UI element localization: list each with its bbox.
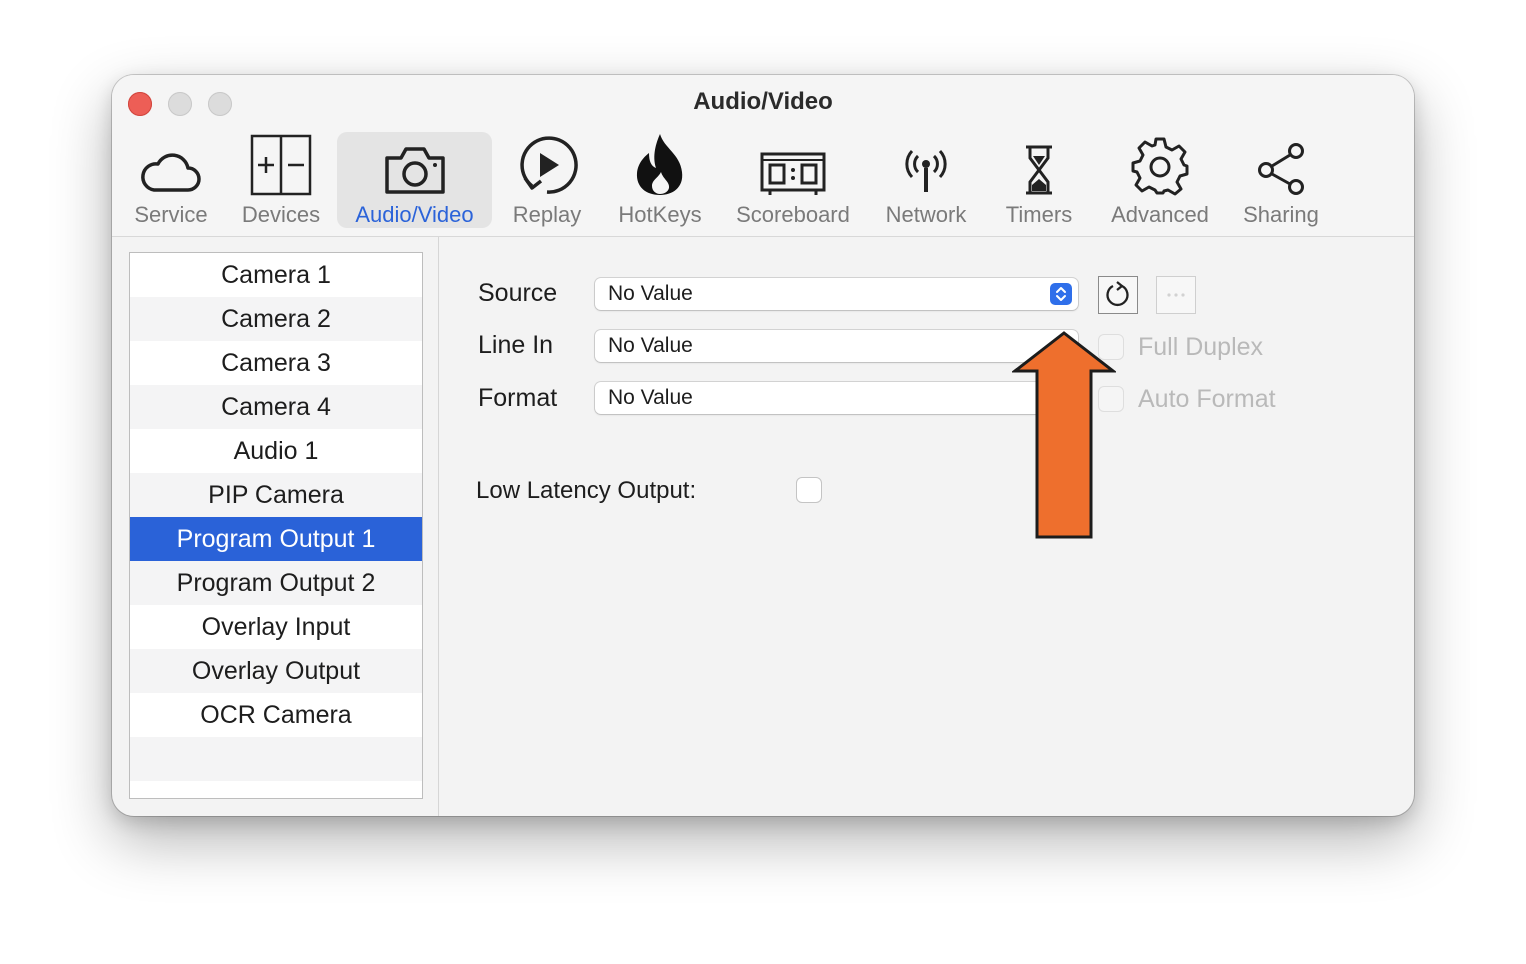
list-item-camera-2[interactable]: Camera 2: [130, 297, 422, 341]
source-select[interactable]: No Value: [595, 278, 1078, 310]
source-select-value: No Value: [608, 282, 693, 305]
list-item-pip-camera[interactable]: PIP Camera: [130, 473, 422, 517]
hourglass-icon: [1004, 132, 1074, 196]
source-label: Source: [478, 279, 558, 307]
refresh-icon: [1099, 281, 1137, 317]
devices-icon: [246, 132, 316, 196]
chevron-updown-icon: [1050, 283, 1072, 305]
toolbar-label-advanced: Advanced: [1111, 202, 1209, 227]
toolbar-label-hotkeys: HotKeys: [618, 202, 702, 227]
refresh-button[interactable]: [1098, 276, 1138, 314]
list-item-audio-1[interactable]: Audio 1: [130, 429, 422, 473]
arrow-up-icon: [1012, 331, 1116, 539]
toolbar-item-timers[interactable]: Timers: [1000, 132, 1078, 228]
format-label: Format: [478, 384, 558, 412]
line-in-select[interactable]: No Value: [595, 330, 1078, 362]
list-item-camera-4[interactable]: Camera 4: [130, 385, 422, 429]
line-in-select-value: No Value: [608, 334, 693, 357]
list-item-empty: [130, 737, 422, 781]
toolbar-label-service: Service: [134, 202, 208, 227]
toolbar-item-advanced[interactable]: Advanced: [1106, 132, 1214, 228]
list-item-camera-3[interactable]: Camera 3: [130, 341, 422, 385]
list-item-camera-1[interactable]: Camera 1: [130, 253, 422, 297]
toolbar-label-network: Network: [885, 202, 967, 227]
gear-icon: [1125, 132, 1195, 196]
more-button[interactable]: [1156, 276, 1196, 314]
toolbar-item-devices[interactable]: Devices: [238, 132, 324, 228]
list-item-overlay-input[interactable]: Overlay Input: [130, 605, 422, 649]
toolbar-item-network[interactable]: Network: [882, 132, 970, 228]
line-in-label: Line In: [478, 331, 554, 359]
low-latency-label: Low Latency Output:: [476, 477, 697, 504]
share-icon: [1246, 132, 1316, 196]
toolbar-label-sharing: Sharing: [1243, 202, 1319, 227]
toolbar: Audio/Video Service Devices Audio/Video …: [112, 75, 1414, 237]
toolbar-label-devices: Devices: [241, 202, 321, 227]
pane-divider: [438, 237, 439, 816]
toolbar-item-audio-video[interactable]: Audio/Video: [337, 132, 492, 228]
antenna-icon: [891, 132, 961, 196]
list-item-overlay-output[interactable]: Overlay Output: [130, 649, 422, 693]
toolbar-label-replay: Replay: [512, 202, 582, 227]
list-item-program-output-1[interactable]: Program Output 1: [130, 517, 422, 561]
format-select-value: No Value: [608, 386, 693, 409]
replay-icon: [512, 132, 582, 196]
low-latency-checkbox[interactable]: [796, 477, 822, 503]
flame-icon: [625, 132, 695, 196]
list-item-ocr-camera[interactable]: OCR Camera: [130, 693, 422, 737]
cloud-icon: [136, 132, 206, 196]
window-title: Audio/Video: [693, 88, 833, 115]
preferences-window: Audio/Video Service Devices Audio/Video …: [112, 75, 1414, 816]
auto-format-label: Auto Format: [1138, 385, 1276, 413]
toolbar-item-scoreboard[interactable]: Scoreboard: [730, 132, 856, 228]
scoreboard-icon: [758, 132, 828, 196]
camera-icon: [380, 132, 450, 196]
toolbar-label-timers: Timers: [1005, 202, 1073, 227]
toolbar-label-scoreboard: Scoreboard: [736, 202, 850, 227]
toolbar-item-hotkeys[interactable]: HotKeys: [614, 132, 706, 228]
list-item-program-output-2[interactable]: Program Output 2: [130, 561, 422, 605]
ellipsis-icon: [1157, 293, 1195, 317]
toolbar-item-replay[interactable]: Replay: [506, 132, 588, 228]
full-duplex-label: Full Duplex: [1138, 333, 1264, 361]
toolbar-item-service[interactable]: Service: [130, 132, 212, 228]
source-list: Camera 1 Camera 2 Camera 3 Camera 4 Audi…: [129, 252, 423, 799]
toolbar-label-audio-video: Audio/Video: [355, 202, 474, 227]
toolbar-item-sharing[interactable]: Sharing: [1238, 132, 1324, 228]
format-select[interactable]: No Value: [595, 382, 1078, 414]
